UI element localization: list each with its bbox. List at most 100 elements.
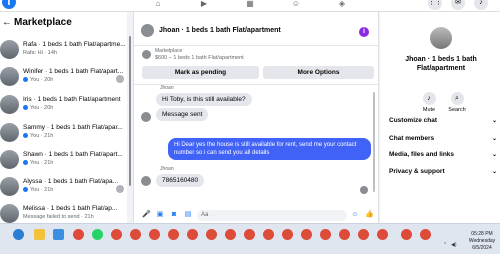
chrome-icon[interactable] (320, 229, 331, 240)
marketplace-sidebar: ← Marketplace Rafa · 1 beds 1 bath Flat/… (0, 12, 127, 223)
search-button[interactable]: ⌕ Search (445, 92, 469, 113)
chat-members-row[interactable]: Chat members ⌄ (389, 135, 497, 142)
marketplace-icon[interactable]: ▦ (244, 0, 256, 9)
menu-icon[interactable]: ⋮⋮ (428, 0, 442, 10)
conversation-snippet: You · 20h (23, 77, 53, 83)
volume-icon[interactable]: ◀) (451, 242, 457, 248)
chrome-icon[interactable] (225, 229, 236, 240)
chrome-icon[interactable] (401, 229, 412, 240)
seen-avatar (116, 75, 124, 83)
conversation-info-panel: Jhoan · 1 beds 1 bath Flat/apartment ♪ M… (380, 12, 500, 223)
sticker-icon[interactable]: ◙ (170, 211, 178, 219)
file-explorer-icon[interactable] (34, 229, 45, 240)
chrome-icon[interactable] (282, 229, 293, 240)
message-sender: Jhoan (160, 166, 174, 172)
more-options-button[interactable]: More Options (263, 66, 374, 79)
unread-dot-icon (23, 187, 28, 192)
avatar (0, 123, 19, 142)
chevron-up-icon[interactable]: ⌃ (443, 242, 447, 248)
emoji-icon[interactable]: ☺ (351, 211, 359, 219)
chrome-icon[interactable] (244, 229, 255, 240)
avatar (0, 95, 19, 114)
message-bubble-sent: Hi Dear yes the house is still available… (168, 138, 371, 160)
chevron-down-icon: ⌄ (491, 152, 497, 158)
conversation-name: Shawn · 1 beds 1 bath Flat/apart... (23, 151, 123, 158)
conversation-snippet: Rafa: Hi · 14h (23, 50, 57, 56)
listing-photo (430, 27, 452, 49)
clock-day: Wednesday (468, 238, 496, 244)
privacy-support-row[interactable]: Privacy & support ⌄ (389, 168, 497, 175)
avatar[interactable] (141, 24, 154, 37)
messenger-icon[interactable]: ✉ (451, 0, 465, 10)
whatsapp-icon[interactable] (92, 229, 103, 240)
conversation-item[interactable]: Winifer · 1 beds 1 bath Flat/apart... Yo… (0, 64, 127, 90)
conversation-name: Melissa · 1 beds 1 bath Flat/ap... (23, 205, 118, 212)
system-clock[interactable]: 05:28 PM Wednesday 6/5/2024 (466, 231, 498, 252)
conversation-name: Winifer · 1 beds 1 bath Flat/apart... (23, 68, 124, 75)
customize-chat-row[interactable]: Customize chat ⌄ (389, 117, 497, 124)
conversation-item[interactable]: Rafa · 1 beds 1 bath Flat/apartme... Raf… (0, 37, 127, 63)
chevron-down-icon: ⌄ (491, 169, 497, 175)
sidebar-scrollbar[interactable] (129, 36, 131, 186)
avatar (0, 150, 19, 169)
conversation-item[interactable]: Alyssa · 1 beds 1 bath Flat/apa... You ·… (0, 174, 127, 200)
media-files-links-row[interactable]: Media, files and links ⌄ (389, 151, 497, 158)
groups-icon[interactable]: ☺ (290, 0, 302, 9)
image-icon[interactable]: ▣ (156, 211, 164, 219)
clock-date: 6/5/2024 (472, 245, 492, 251)
chrome-icon[interactable] (187, 229, 198, 240)
chat-title[interactable]: Jhoan · 1 beds 1 bath Flat/apartment (159, 27, 281, 34)
windows-taskbar: ⌃ ◀) 05:28 PM Wednesday 6/5/2024 (0, 223, 500, 254)
seen-avatar (360, 186, 368, 194)
chrome-icon[interactable] (206, 229, 217, 240)
message-input[interactable]: Aa (197, 210, 347, 221)
chrome-icon[interactable] (130, 229, 141, 240)
search-label: Search (448, 107, 466, 113)
clock-time: 05:28 PM (471, 231, 493, 237)
top-navigation: f ⌂ ▶ ▦ ☺ ◈ ⋮⋮ ✉ ♪ (0, 0, 500, 12)
conversation-item[interactable]: Shawn · 1 beds 1 bath Flat/apart... You … (0, 147, 127, 173)
back-arrow-icon[interactable]: ← (2, 17, 12, 28)
bell-icon: ♪ (422, 92, 436, 105)
avatar (141, 176, 151, 186)
mail-icon[interactable] (53, 229, 64, 240)
chrome-icon[interactable] (111, 229, 122, 240)
unread-dot-icon (23, 133, 28, 138)
chevron-down-icon: ⌄ (491, 136, 497, 142)
edge-icon[interactable] (13, 229, 24, 240)
chrome-icon[interactable] (263, 229, 274, 240)
listing-summary[interactable]: Marketplace $600 – 1 beds 1 bath Flat/ap… (142, 48, 374, 64)
home-icon[interactable]: ⌂ (152, 0, 164, 9)
mark-as-pending-button[interactable]: Mark as pending (142, 66, 259, 79)
app-icon[interactable] (73, 229, 84, 240)
facebook-logo[interactable]: f (2, 0, 16, 9)
chrome-icon[interactable] (168, 229, 179, 240)
conversation-item[interactable]: Iris · 1 beds 1 bath Flat/apartment You … (0, 92, 127, 118)
mute-button[interactable]: ♪ Mute (417, 92, 441, 113)
microphone-icon[interactable]: 🎤 (142, 211, 151, 219)
notifications-icon[interactable]: ♪ (474, 0, 488, 10)
thumbs-up-icon[interactable]: 👍 (365, 211, 374, 219)
chat-panel: Jhoan · 1 beds 1 bath Flat/apartment i M… (133, 12, 379, 223)
conversation-name: Alyssa · 1 beds 1 bath Flat/apa... (23, 178, 119, 185)
listing-description: $600 – 1 beds 1 bath Flat/apartment (155, 55, 244, 61)
conversation-item[interactable]: Melissa · 1 beds 1 bath Flat/ap... Messa… (0, 201, 127, 223)
chrome-icon[interactable] (339, 229, 350, 240)
info-icon[interactable]: i (359, 27, 369, 37)
video-icon[interactable]: ▶ (198, 0, 210, 9)
chrome-icon[interactable] (358, 229, 369, 240)
chrome-icon[interactable] (420, 229, 431, 240)
chrome-icon[interactable] (301, 229, 312, 240)
gaming-icon[interactable]: ◈ (336, 0, 348, 9)
gif-icon[interactable]: ▤ (184, 211, 192, 219)
chat-scrollbar[interactable] (373, 92, 375, 192)
unread-dot-icon (23, 77, 28, 82)
conversation-item[interactable]: Sammy · 1 beds 1 bath Flat/apar... You ·… (0, 120, 127, 146)
avatar (0, 204, 19, 223)
message-bubble: 7865160480 (156, 174, 205, 187)
conversation-snippet: Message failed to send · 21h (23, 214, 94, 220)
mute-label: Mute (422, 107, 436, 113)
chrome-icon[interactable] (377, 229, 388, 240)
chrome-icon[interactable] (149, 229, 160, 240)
avatar (141, 112, 151, 122)
